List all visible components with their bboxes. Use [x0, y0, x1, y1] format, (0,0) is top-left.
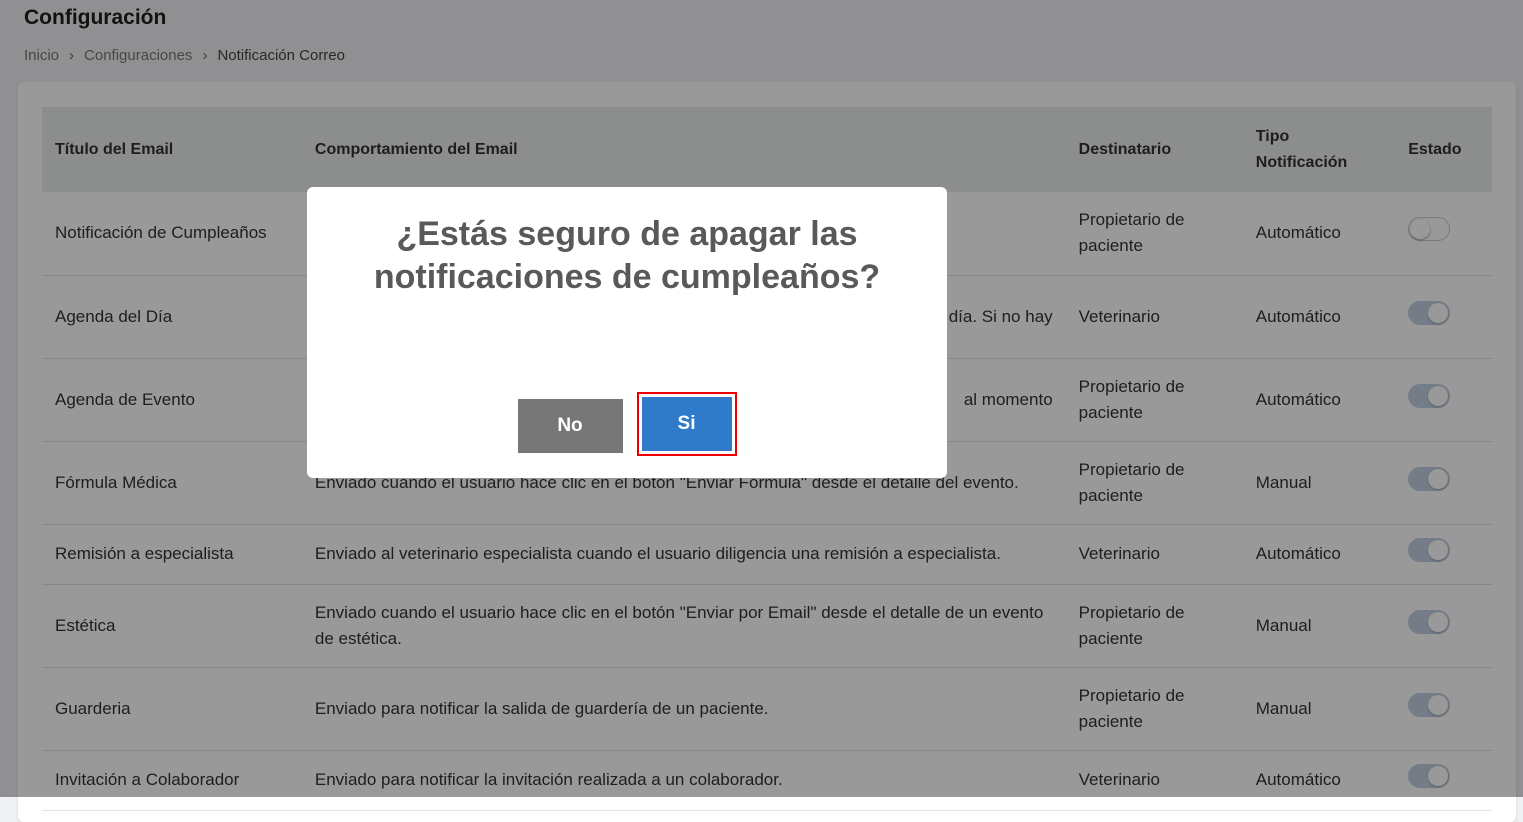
confirm-question: ¿Estás seguro de apagar las notificacion…: [373, 215, 881, 296]
confirm-dialog: ¿Estás seguro de apagar las notificacion…: [307, 187, 947, 478]
yes-button[interactable]: Si: [641, 397, 732, 451]
no-button[interactable]: No: [517, 399, 623, 453]
dialog-actions: No Si: [307, 392, 947, 456]
highlight-box: Si: [636, 392, 737, 456]
